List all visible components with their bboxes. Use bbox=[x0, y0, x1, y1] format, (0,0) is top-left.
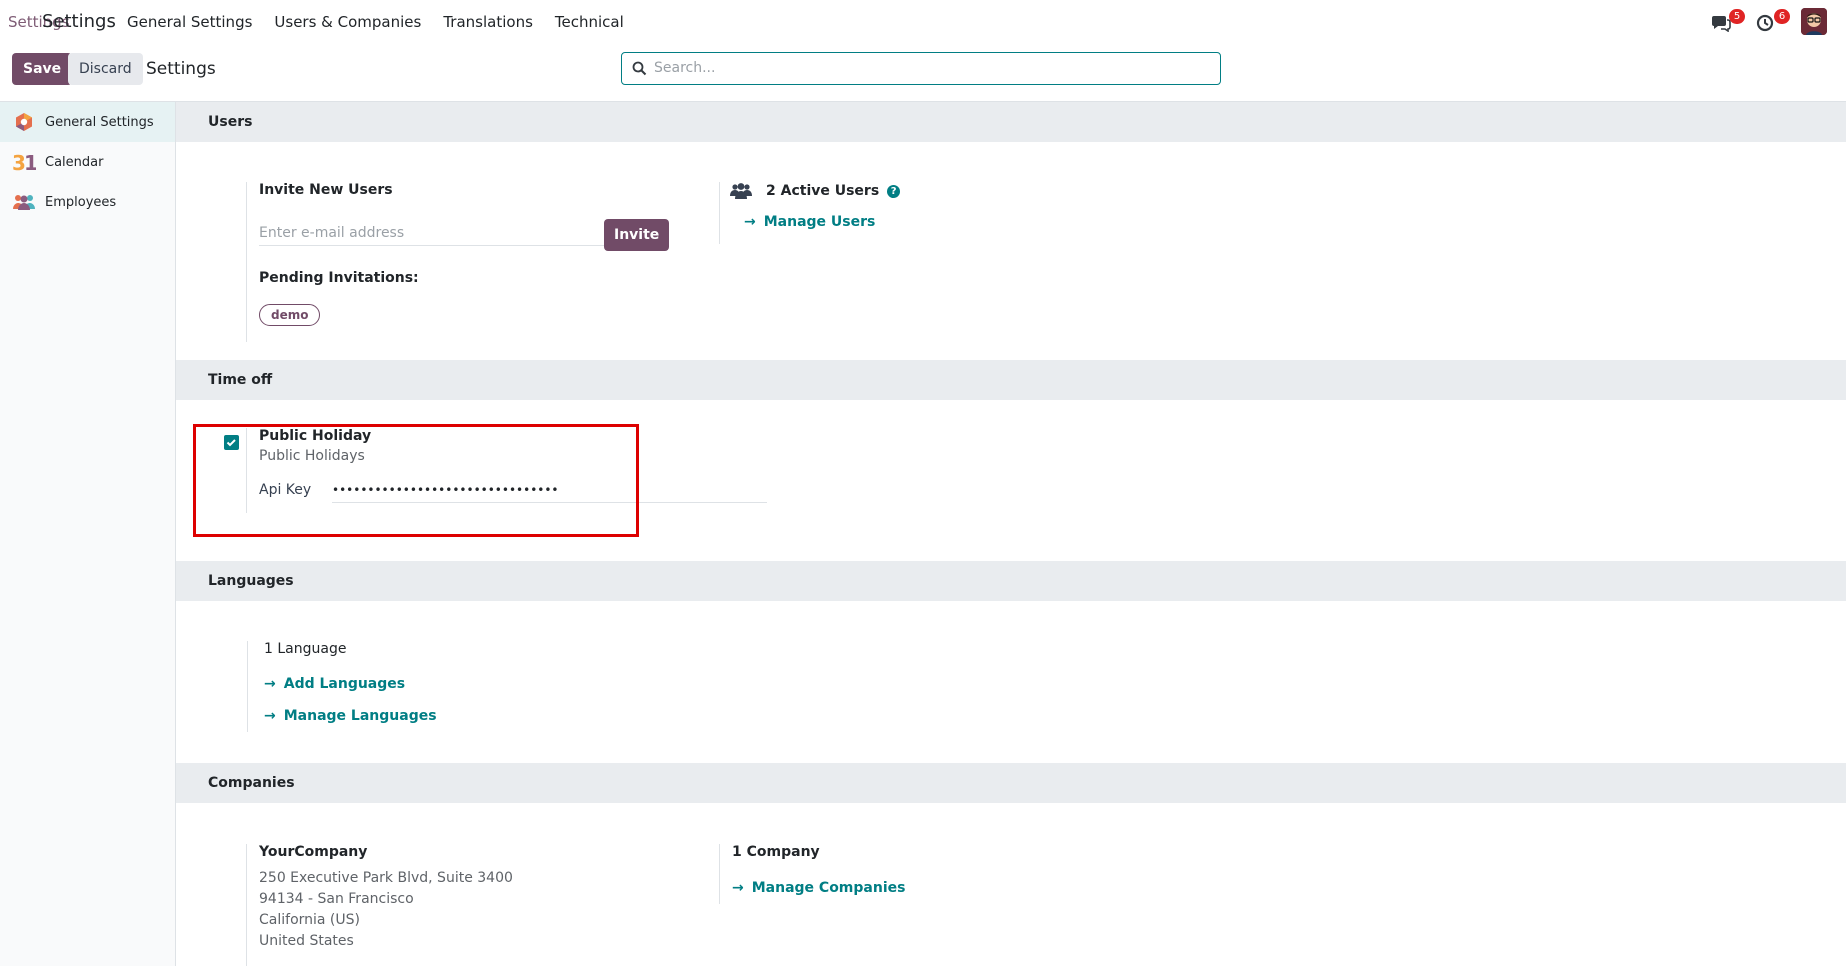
activities-badge: 6 bbox=[1774, 9, 1790, 24]
menu-general-settings[interactable]: General Settings bbox=[127, 13, 252, 31]
companies-count-block: 1 Company → Manage Companies bbox=[719, 844, 1019, 904]
manage-companies-link[interactable]: → Manage Companies bbox=[732, 880, 905, 896]
section-header-companies: Companies bbox=[176, 763, 1846, 803]
discard-button[interactable]: Discard bbox=[68, 53, 143, 85]
sidebar-item-label: General Settings bbox=[45, 114, 154, 130]
messages-button[interactable]: 5 bbox=[1709, 9, 1745, 36]
add-languages-link[interactable]: → Add Languages bbox=[264, 676, 405, 692]
manage-languages-label: Manage Languages bbox=[283, 708, 437, 724]
settings-content: Users Invite New Users Enter e-mail addr… bbox=[176, 102, 1846, 966]
highlight-box bbox=[193, 424, 639, 537]
main-menu: General Settings Users & Companies Trans… bbox=[127, 13, 624, 31]
settings-app-icon bbox=[12, 110, 36, 134]
menu-users-companies[interactable]: Users & Companies bbox=[274, 13, 421, 31]
svg-text:1: 1 bbox=[24, 152, 36, 172]
arrow-right-icon: → bbox=[264, 676, 276, 692]
search-input[interactable]: Search... bbox=[621, 52, 1221, 85]
calendar-app-icon: 3 1 bbox=[12, 150, 36, 174]
chat-icon bbox=[1712, 16, 1731, 32]
arrow-right-icon: → bbox=[744, 214, 756, 230]
users-icon bbox=[730, 183, 752, 199]
languages-block: 1 Language → Add Languages → Manage Lang… bbox=[247, 641, 547, 732]
invite-title: Invite New Users bbox=[259, 182, 393, 198]
sidebar-item-general-settings[interactable]: General Settings bbox=[0, 102, 175, 142]
arrow-right-icon: → bbox=[264, 708, 276, 724]
section-header-languages: Languages bbox=[176, 561, 1846, 601]
avatar-icon bbox=[1801, 8, 1827, 35]
menu-technical[interactable]: Technical bbox=[555, 13, 624, 31]
company-address-line: California (US) bbox=[259, 912, 360, 928]
manage-companies-label: Manage Companies bbox=[751, 880, 906, 896]
page-title: Settings bbox=[146, 59, 216, 79]
manage-languages-link[interactable]: → Manage Languages bbox=[264, 708, 437, 724]
company-address-line: United States bbox=[259, 933, 354, 949]
email-placeholder: Enter e-mail address bbox=[259, 225, 405, 241]
active-users-row: 2 Active Users ? bbox=[730, 182, 901, 200]
company-address-line: 94134 - San Francisco bbox=[259, 891, 414, 907]
sidebar-item-label: Employees bbox=[45, 194, 117, 210]
activities-button[interactable]: 6 bbox=[1754, 9, 1790, 36]
active-users-block: 2 Active Users ? → Manage Users bbox=[719, 182, 1019, 244]
app-name[interactable]: Settings bbox=[42, 11, 116, 32]
invite-button[interactable]: Invite bbox=[604, 219, 670, 251]
control-panel: Save Discard Settings Search... bbox=[0, 44, 1846, 102]
invite-users-block: Invite New Users Enter e-mail address In… bbox=[246, 182, 686, 342]
search-icon bbox=[632, 61, 647, 76]
active-users-count: 2 Active Users bbox=[766, 183, 880, 199]
company-name: YourCompany bbox=[259, 844, 368, 860]
search-placeholder: Search... bbox=[654, 60, 716, 76]
user-avatar[interactable] bbox=[1801, 8, 1827, 35]
save-button[interactable]: Save bbox=[12, 53, 73, 85]
arrow-right-icon: → bbox=[732, 880, 744, 896]
sidebar-item-calendar[interactable]: 3 1 Calendar bbox=[0, 142, 175, 182]
settings-sidebar: General Settings 3 1 Calendar Employees bbox=[0, 102, 176, 966]
messages-badge: 5 bbox=[1729, 9, 1745, 24]
company-info-block: YourCompany 250 Executive Park Blvd, Sui… bbox=[246, 844, 646, 966]
company-address-line: 250 Executive Park Blvd, Suite 3400 bbox=[259, 870, 513, 886]
clock-icon bbox=[1756, 14, 1774, 32]
pending-invitations-title: Pending Invitations: bbox=[259, 270, 419, 286]
company-count: 1 Company bbox=[732, 844, 820, 860]
pending-invitations-list: demo bbox=[259, 304, 321, 326]
sidebar-item-employees[interactable]: Employees bbox=[0, 182, 175, 222]
add-languages-label: Add Languages bbox=[283, 676, 406, 692]
sidebar-item-label: Calendar bbox=[45, 154, 104, 170]
manage-users-link[interactable]: → Manage Users bbox=[744, 214, 875, 230]
top-navbar: Settings Settings General Settings Users… bbox=[0, 0, 1846, 44]
menu-translations[interactable]: Translations bbox=[443, 13, 533, 31]
section-header-users: Users bbox=[176, 102, 1846, 142]
pending-invitation-tag[interactable]: demo bbox=[259, 304, 321, 326]
language-count: 1 Language bbox=[264, 641, 347, 657]
employees-app-icon bbox=[12, 190, 36, 214]
help-icon[interactable]: ? bbox=[887, 184, 901, 198]
section-header-time-off: Time off bbox=[176, 360, 1846, 400]
manage-users-label: Manage Users bbox=[763, 214, 876, 230]
email-field[interactable]: Enter e-mail address bbox=[259, 220, 604, 246]
